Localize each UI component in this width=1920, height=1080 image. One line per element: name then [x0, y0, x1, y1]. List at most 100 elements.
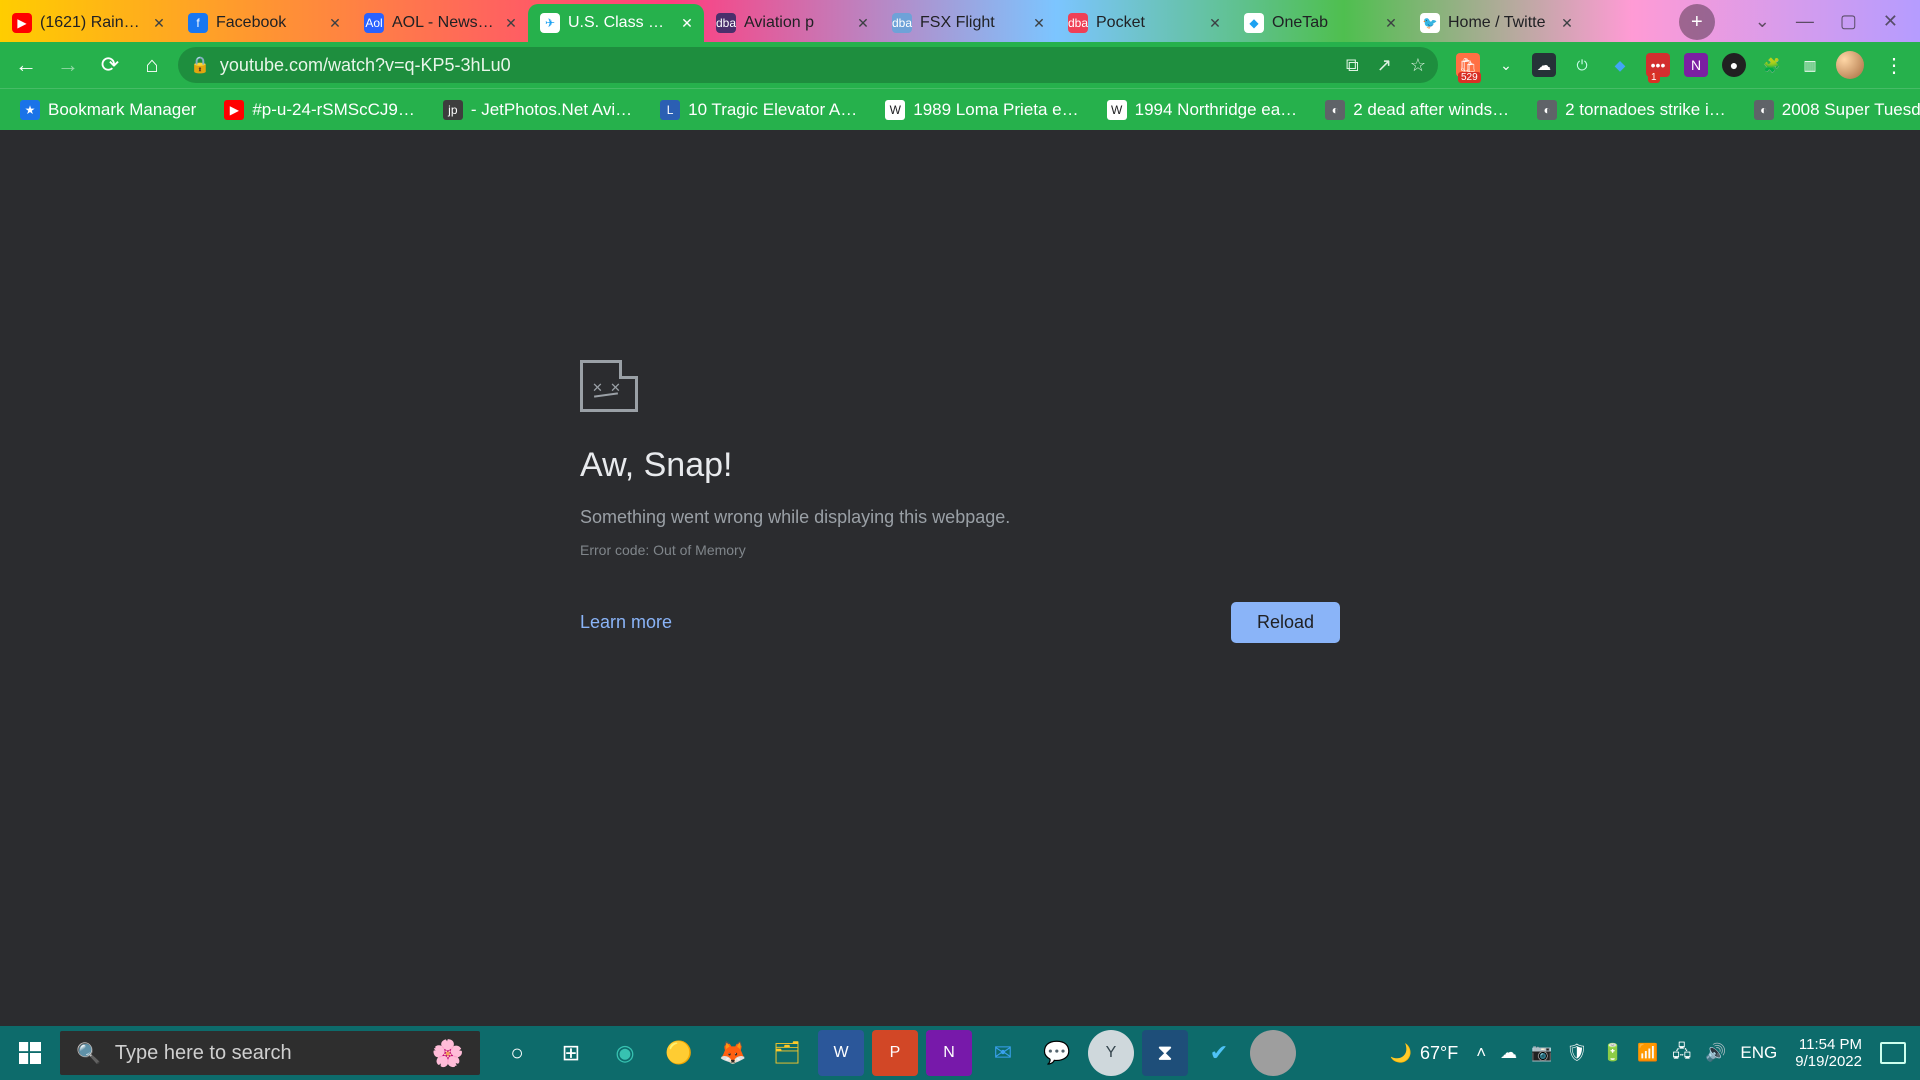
- close-window-button[interactable]: ✕: [1883, 11, 1898, 32]
- browser-tab[interactable]: 🐦Home / Twitte✕: [1408, 4, 1584, 42]
- bookmark-item[interactable]: W1989 Loma Prieta e…: [873, 93, 1090, 127]
- chrome-menu-button[interactable]: ⋮: [1878, 53, 1910, 78]
- tab-label: U.S. Class C A: [568, 14, 670, 32]
- start-button[interactable]: [0, 1026, 60, 1080]
- browser-tab[interactable]: ▶(1621) Rainy C✕: [0, 4, 176, 42]
- bookmark-item[interactable]: jp- JetPhotos.Net Avi…: [431, 93, 644, 127]
- tab-close-icon[interactable]: ✕: [1558, 14, 1576, 32]
- bookmark-label: 2008 Super Tuesda…: [1782, 100, 1920, 120]
- task-mail-icon[interactable]: ✉: [980, 1030, 1026, 1076]
- browser-tab[interactable]: dbaAviation p✕: [704, 4, 880, 42]
- bookmark-item[interactable]: W1994 Northridge ea…: [1095, 93, 1310, 127]
- bookmark-item[interactable]: ◐2008 Super Tuesda…: [1742, 93, 1920, 127]
- task-todo-icon[interactable]: ✔: [1196, 1030, 1242, 1076]
- ext-vpn-icon[interactable]: ☁: [1532, 53, 1556, 77]
- ext-diamond-icon[interactable]: ◆: [1608, 53, 1632, 77]
- tray-wifi-icon[interactable]: 📶: [1637, 1043, 1658, 1063]
- bookmark-favicon: ◐: [1537, 100, 1557, 120]
- tab-close-icon[interactable]: ✕: [1030, 14, 1048, 32]
- browser-tab[interactable]: ◆OneTab✕: [1232, 4, 1408, 42]
- back-button[interactable]: ←: [10, 49, 42, 81]
- ext-onenote-icon[interactable]: N: [1684, 53, 1708, 77]
- tab-close-icon[interactable]: ✕: [326, 14, 344, 32]
- reload-button[interactable]: ⟳: [94, 49, 126, 81]
- bookmark-item[interactable]: ◐2 tornadoes strike i…: [1525, 93, 1738, 127]
- install-app-icon[interactable]: ⧉: [1346, 55, 1359, 76]
- tab-strip: ▶(1621) Rainy C✕fFacebook✕AolAOL - News,…: [0, 0, 1673, 42]
- task-onenote-icon[interactable]: N: [926, 1030, 972, 1076]
- share-icon[interactable]: ↗: [1377, 55, 1392, 76]
- tray-network-icon[interactable]: 🖧: [1672, 1039, 1691, 1068]
- bookmark-item[interactable]: L10 Tragic Elevator A…: [648, 93, 869, 127]
- task-explorer-icon[interactable]: 🗂: [764, 1030, 810, 1076]
- bookmark-item[interactable]: ▶#p-u-24-rSMScCJ9…: [212, 93, 427, 127]
- tray-volume-icon[interactable]: 🔊: [1705, 1043, 1726, 1063]
- reload-page-button[interactable]: Reload: [1231, 602, 1340, 643]
- tray-meetnow-icon[interactable]: 📷: [1531, 1043, 1552, 1063]
- windows-taskbar: 🔍 Type here to search 🌸 ○ ⊞ ◉ 🟡 🦊 🗂 W P …: [0, 1026, 1920, 1080]
- system-tray: 🌙 67°F ˄ ☁ 📷 🛡 🔋 📶 🖧 🔊 ENG 11:54 PM 9/19…: [1390, 1036, 1920, 1071]
- maximize-button[interactable]: ▢: [1840, 11, 1857, 32]
- tray-language[interactable]: ENG: [1740, 1043, 1777, 1063]
- tray-chevron-icon[interactable]: ˄: [1476, 1043, 1486, 1063]
- task-app1-icon[interactable]: Y: [1088, 1030, 1134, 1076]
- profile-avatar[interactable]: [1836, 51, 1864, 79]
- task-cortana-icon[interactable]: ○: [494, 1030, 540, 1076]
- browser-tab[interactable]: fFacebook✕: [176, 4, 352, 42]
- weather-widget[interactable]: 🌙 67°F: [1390, 1043, 1459, 1064]
- browser-tab[interactable]: AolAOL - News, P✕: [352, 4, 528, 42]
- tab-close-icon[interactable]: ✕: [1206, 14, 1224, 32]
- home-button[interactable]: ⌂: [136, 49, 168, 81]
- tray-defender-icon[interactable]: 🛡: [1566, 1043, 1588, 1063]
- bookmark-favicon: ★: [20, 100, 40, 120]
- tab-close-icon[interactable]: ✕: [678, 14, 696, 32]
- tray-battery-icon[interactable]: 🔋: [1602, 1043, 1623, 1063]
- task-chrome-icon[interactable]: 🟡: [656, 1030, 702, 1076]
- task-app3-icon[interactable]: [1250, 1030, 1296, 1076]
- dropdown-icon[interactable]: ⌄: [1755, 11, 1770, 32]
- task-powerpoint-icon[interactable]: P: [872, 1030, 918, 1076]
- tab-label: Aviation p: [744, 14, 846, 32]
- ext-dark-icon[interactable]: ●: [1722, 53, 1746, 77]
- bookmarks-bar: ★ Bookmark Manager ▶#p-u-24-rSMScCJ9…jp- J…: [0, 88, 1920, 130]
- bookmark-favicon: W: [1107, 100, 1127, 120]
- ext-lastpass-icon[interactable]: •••: [1646, 53, 1670, 77]
- task-app2-icon[interactable]: ⧗: [1142, 1030, 1188, 1076]
- browser-toolbar: ← → ⟳ ⌂ 🔒 youtube.com/watch?v=q-KP5-3hLu…: [0, 42, 1920, 88]
- new-tab-button[interactable]: +: [1679, 4, 1715, 40]
- task-taskview-icon[interactable]: ⊞: [548, 1030, 594, 1076]
- browser-titlebar: ▶(1621) Rainy C✕fFacebook✕AolAOL - News,…: [0, 0, 1920, 42]
- ext-shopping-icon[interactable]: 🛍: [1456, 53, 1480, 77]
- browser-tab[interactable]: dbaFSX Flight✕: [880, 4, 1056, 42]
- bookmark-label: Bookmark Manager: [48, 100, 196, 120]
- ext-power-icon[interactable]: ⏻: [1570, 53, 1594, 77]
- bookmark-item[interactable]: ◐2 dead after winds…: [1313, 93, 1521, 127]
- lock-icon: 🔒: [190, 55, 210, 75]
- taskbar-search[interactable]: 🔍 Type here to search 🌸: [60, 1031, 480, 1075]
- browser-tab[interactable]: dbaPocket✕: [1056, 4, 1232, 42]
- learn-more-link[interactable]: Learn more: [580, 612, 672, 633]
- task-messenger-icon[interactable]: 💬: [1034, 1030, 1080, 1076]
- taskbar-clock[interactable]: 11:54 PM 9/19/2022: [1795, 1036, 1862, 1071]
- error-message: Something went wrong while displaying th…: [580, 507, 1340, 528]
- bookmark-item[interactable]: ★ Bookmark Manager: [8, 93, 208, 127]
- forward-button[interactable]: →: [52, 49, 84, 81]
- address-bar[interactable]: 🔒 youtube.com/watch?v=q-KP5-3hLu0 ⧉ ↗ ☆: [178, 47, 1438, 83]
- tab-close-icon[interactable]: ✕: [854, 14, 872, 32]
- sidepanel-icon[interactable]: ▥: [1798, 53, 1822, 77]
- tab-close-icon[interactable]: ✕: [150, 14, 168, 32]
- task-word-icon[interactable]: W: [818, 1030, 864, 1076]
- dead-page-icon: ✕✕: [580, 360, 638, 412]
- tab-close-icon[interactable]: ✕: [502, 14, 520, 32]
- minimize-button[interactable]: —: [1796, 11, 1814, 32]
- action-center-icon[interactable]: [1880, 1042, 1906, 1064]
- browser-tab[interactable]: ✈U.S. Class C A✕: [528, 4, 704, 42]
- ext-pocket-icon[interactable]: ⌄: [1494, 53, 1518, 77]
- bookmark-favicon: L: [660, 100, 680, 120]
- task-edge-icon[interactable]: ◉: [602, 1030, 648, 1076]
- bookmark-star-icon[interactable]: ☆: [1410, 55, 1426, 76]
- task-firefox-icon[interactable]: 🦊: [710, 1030, 756, 1076]
- extensions-menu-icon[interactable]: 🧩: [1760, 53, 1784, 77]
- tab-close-icon[interactable]: ✕: [1382, 14, 1400, 32]
- tray-onedrive-icon[interactable]: ☁: [1500, 1043, 1517, 1063]
